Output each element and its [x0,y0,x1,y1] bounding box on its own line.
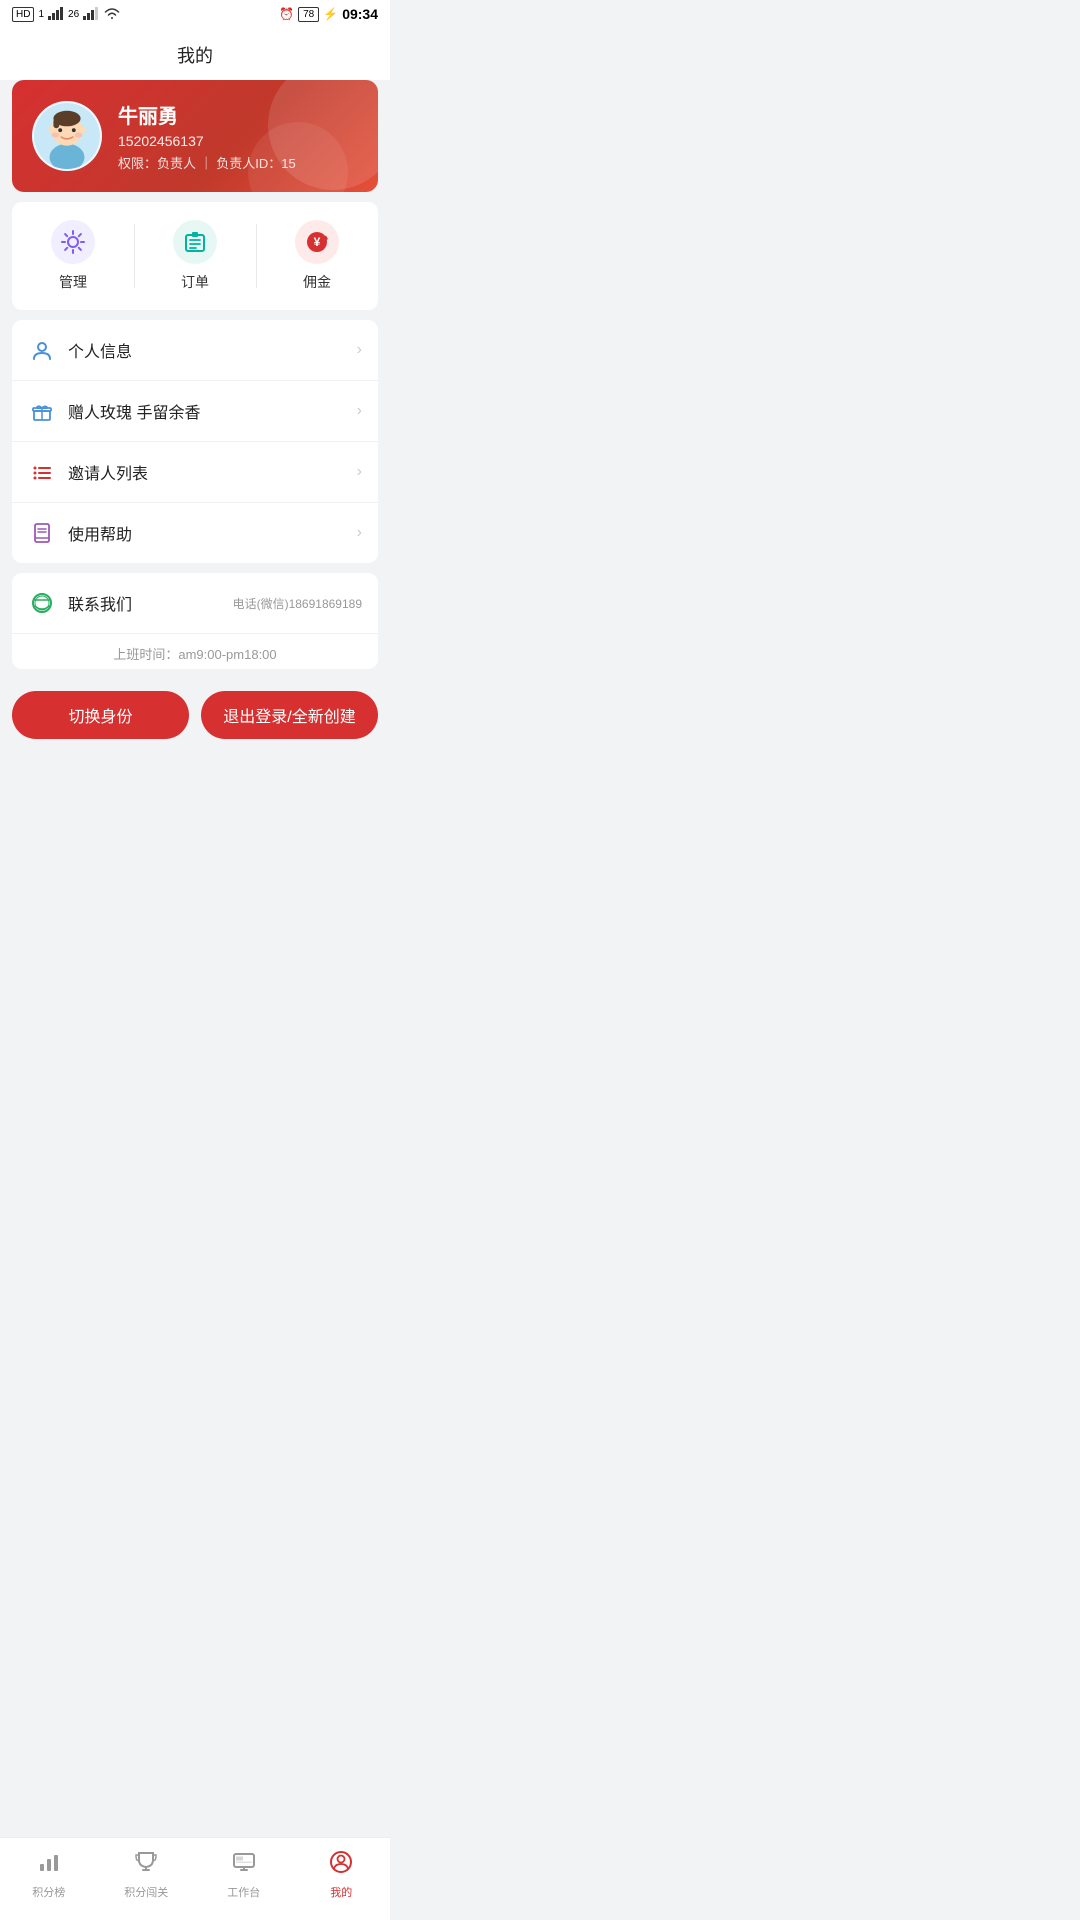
page-title: 我的 [0,28,390,80]
person-circle-icon [329,1850,353,1880]
invite-list-text: 邀请人列表 [68,460,357,484]
profile-card[interactable]: 牛丽勇 15202456137 权限：负责人 ｜ 负责人ID：15 [12,80,378,192]
contact-phone: 电话(微信)18691869189 [233,595,362,612]
menu-item-personal[interactable]: 个人信息 › [12,320,378,381]
manage-label: 管理 [59,272,87,292]
profile-name: 牛丽勇 [118,100,296,129]
switch-identity-button[interactable]: 切换身份 [12,691,189,739]
hd-indicator: HD [12,7,34,22]
nav-item-mine[interactable]: 我的 [293,1846,391,1904]
monitor-icon [232,1850,256,1880]
alarm-icon: ⏰ [279,7,294,21]
list-icon [28,458,56,486]
menu-item-help[interactable]: 使用帮助 › [12,503,378,563]
menu-item-gift[interactable]: 赠人玫瑰 手留余香 › [12,381,378,442]
nav-item-workspace[interactable]: 工作台 [195,1846,293,1904]
bar-chart-icon [37,1850,61,1880]
action-manage[interactable]: 管理 [12,202,134,310]
nav-item-quiz[interactable]: 积分闯关 [98,1846,196,1904]
gift-rose-text: 赠人玫瑰 手留余香 [68,399,357,423]
action-order[interactable]: 订单 [134,202,256,310]
manage-icon [51,220,95,264]
work-time: 上班时间：am9:00-pm18:00 [12,634,378,669]
status-bar: HD 1 26 ⏰ 78 ⚡ 09:34 [0,0,390,28]
avatar [32,101,102,171]
help-text: 使用帮助 [68,521,357,545]
menu-item-invite[interactable]: 邀请人列表 › [12,442,378,503]
commission-label: 佣金 [303,272,331,292]
action-commission[interactable]: ¥ 佣金 [256,202,378,310]
help-chevron: › [357,524,362,542]
logout-button[interactable]: 退出登录/全新创建 [201,691,378,739]
time-display: 09:34 [342,6,378,22]
gift-chevron: › [357,402,362,420]
personal-chevron: › [357,341,362,359]
status-right: ⏰ 78 ⚡ 09:34 [279,6,378,22]
profile-phone: 15202456137 [118,133,296,149]
order-icon [173,220,217,264]
menu-section: 个人信息 › 赠人玫瑰 手留余香 › [12,320,378,563]
trophy-icon [134,1850,158,1880]
quick-actions: 管理 订单 ¥ 佣金 [12,202,378,310]
quiz-label: 积分闯关 [124,1884,168,1900]
charging-icon: ⚡ [323,7,338,21]
status-left: HD 1 26 [12,6,121,23]
person-icon [28,336,56,364]
svg-text:¥: ¥ [314,235,321,249]
contact-section: 联系我们 电话(微信)18691869189 上班时间：am9:00-pm18:… [12,573,378,669]
order-label: 订单 [181,272,209,292]
commission-icon: ¥ [295,220,339,264]
profile-role: 权限：负责人 ｜ 负责人ID：15 [118,153,296,172]
signal-26: 26 [68,9,79,20]
chat-icon [28,589,56,617]
personal-info-text: 个人信息 [68,338,357,362]
book-icon [28,519,56,547]
invite-chevron: › [357,463,362,481]
contact-item[interactable]: 联系我们 电话(微信)18691869189 [12,573,378,634]
gift-icon [28,397,56,425]
sim1-indicator: 1 [38,9,44,20]
action-buttons: 切换身份 退出登录/全新创建 [0,679,390,751]
battery-indicator: 78 [298,7,319,22]
signal-26-bars [83,6,99,23]
ranking-label: 积分榜 [32,1884,65,1900]
mine-label: 我的 [330,1884,352,1900]
bottom-nav: 积分榜 积分闯关 工作台 [0,1837,390,1920]
nav-item-ranking[interactable]: 积分榜 [0,1846,98,1904]
wifi-icon [103,6,121,23]
signal-4g [48,6,64,23]
contact-label: 联系我们 [68,591,233,615]
workspace-label: 工作台 [227,1884,260,1900]
